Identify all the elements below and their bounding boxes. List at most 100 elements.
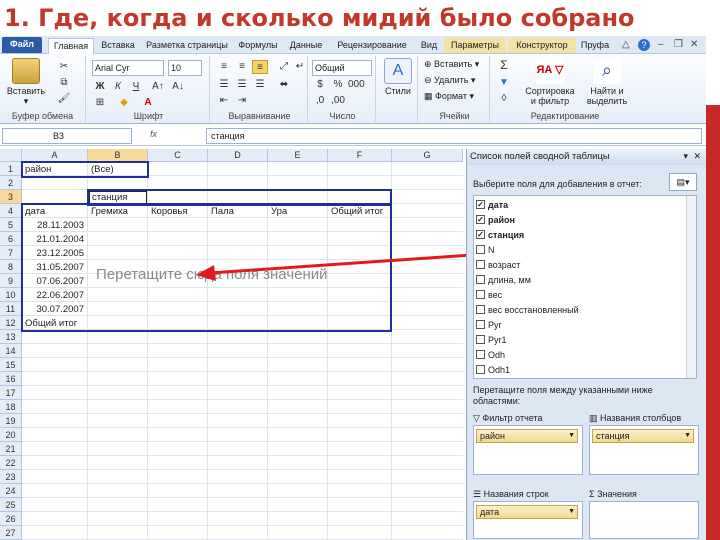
increase-indent-icon[interactable]: ⇥ bbox=[234, 94, 250, 108]
worksheet-grid[interactable]: A B C D E F G 1 2 3 4 5 6 7 8 9 10 11 12 13 14 15 16 17 1… bbox=[0, 149, 463, 540]
select-all-corner[interactable] bbox=[0, 149, 22, 162]
collapse-ribbon-icon[interactable]: △ bbox=[622, 39, 630, 50]
insert-cells-button[interactable]: ⊕ Вставить ▾ bbox=[424, 58, 479, 71]
field-item[interactable]: N bbox=[476, 243, 495, 258]
field-checkbox[interactable] bbox=[476, 290, 485, 300]
field-checkbox[interactable]: ✓ bbox=[476, 230, 485, 240]
tab-view[interactable]: Вид bbox=[416, 38, 442, 53]
row-header-26[interactable]: 26 bbox=[0, 512, 22, 526]
font-color-icon[interactable]: A bbox=[140, 96, 156, 110]
field-checkbox[interactable] bbox=[476, 335, 485, 345]
cut-icon[interactable]: ✂ bbox=[56, 60, 72, 74]
underline-icon[interactable]: Ч bbox=[128, 80, 144, 94]
row-header-3[interactable]: 3 bbox=[0, 190, 22, 204]
field-item[interactable]: ✓ дата bbox=[476, 198, 508, 213]
currency-icon[interactable]: $ bbox=[312, 78, 328, 92]
field-item[interactable]: длина, мм bbox=[476, 273, 531, 288]
sort-filter-button[interactable]: ЯA ▽ Сортировка и фильтр bbox=[524, 58, 576, 106]
row-header-7[interactable]: 7 bbox=[0, 246, 22, 260]
values-drop-area[interactable] bbox=[589, 501, 699, 539]
field-checkbox[interactable] bbox=[476, 305, 485, 315]
column-header-g[interactable]: G bbox=[392, 149, 463, 162]
field-checkbox[interactable] bbox=[476, 275, 485, 285]
field-list[interactable]: ✓ дата ✓ район ✓ станция Nвозраст длина, мм вес в… bbox=[473, 195, 697, 379]
help-icon[interactable]: ? bbox=[638, 39, 650, 51]
styles-button[interactable]: A Стили bbox=[380, 58, 416, 96]
panel-menu-icon[interactable]: ▾ bbox=[683, 151, 688, 162]
increase-decimal-icon[interactable]: ,0 bbox=[312, 94, 328, 108]
column-header-d[interactable]: D bbox=[208, 149, 268, 162]
field-checkbox[interactable]: ✓ bbox=[476, 215, 485, 225]
find-select-button[interactable]: ⌕ Найти и выделить bbox=[582, 58, 632, 106]
field-checkbox[interactable] bbox=[476, 350, 485, 360]
bold-icon[interactable]: Ж bbox=[92, 80, 108, 94]
tab-design[interactable]: Конструктор bbox=[508, 38, 576, 53]
tab-proof[interactable]: Пруфа bbox=[578, 38, 612, 53]
row-header-15[interactable]: 15 bbox=[0, 358, 22, 372]
row-header-8[interactable]: 8 bbox=[0, 260, 22, 274]
row-header-6[interactable]: 6 bbox=[0, 232, 22, 246]
row-header-11[interactable]: 11 bbox=[0, 302, 22, 316]
shrink-font-icon[interactable]: A↓ bbox=[170, 80, 186, 94]
align-middle-icon[interactable]: ≡ bbox=[234, 60, 250, 74]
layout-options-icon[interactable]: ▤▾ bbox=[669, 173, 697, 191]
tab-data[interactable]: Данные bbox=[284, 38, 328, 53]
format-cells-button[interactable]: ▦ Формат ▾ bbox=[424, 90, 474, 103]
number-format-select[interactable]: Общий bbox=[312, 60, 372, 76]
field-item[interactable]: вес bbox=[476, 288, 502, 303]
font-size-select[interactable]: 10 bbox=[168, 60, 202, 76]
row-header-20[interactable]: 20 bbox=[0, 428, 22, 442]
autosum-icon[interactable]: Σ bbox=[496, 58, 512, 72]
tab-formulas[interactable]: Формулы bbox=[234, 38, 282, 53]
field-item[interactable]: ✓ станция bbox=[476, 228, 524, 243]
tab-review[interactable]: Рецензирование bbox=[330, 38, 414, 53]
rows-chip-dropdown-icon[interactable]: ▼ bbox=[568, 506, 575, 518]
tab-file[interactable]: Файл bbox=[2, 37, 42, 53]
rows-drop-area[interactable]: дата ▼ bbox=[473, 501, 583, 539]
row-header-27[interactable]: 27 bbox=[0, 526, 22, 540]
name-box[interactable]: B3 bbox=[2, 128, 132, 144]
filter-chip[interactable]: район ▼ bbox=[476, 429, 578, 443]
delete-cells-button[interactable]: ⊖ Удалить ▾ bbox=[424, 74, 475, 87]
field-item[interactable]: Pyr1 bbox=[476, 333, 507, 348]
field-checkbox[interactable] bbox=[476, 320, 485, 330]
row-header-24[interactable]: 24 bbox=[0, 484, 22, 498]
row-header-21[interactable]: 21 bbox=[0, 442, 22, 456]
row-header-13[interactable]: 13 bbox=[0, 330, 22, 344]
row-header-14[interactable]: 14 bbox=[0, 344, 22, 358]
column-header-c[interactable]: C bbox=[148, 149, 208, 162]
wrap-text-icon[interactable]: ↵ bbox=[292, 60, 308, 74]
panel-close-icon[interactable]: ✕ bbox=[693, 151, 701, 162]
tab-home[interactable]: Главная bbox=[48, 38, 94, 54]
close-icon[interactable]: ✕ bbox=[690, 39, 698, 50]
columns-chip-dropdown-icon[interactable]: ▼ bbox=[684, 430, 691, 442]
fill-color-icon[interactable]: ◆ bbox=[116, 96, 132, 110]
align-center-icon[interactable]: ☰ bbox=[234, 78, 250, 92]
field-item[interactable]: вес восстановленный bbox=[476, 303, 579, 318]
field-item[interactable]: Pyr bbox=[476, 318, 502, 333]
fx-icon[interactable]: fx bbox=[150, 129, 157, 139]
row-header-4[interactable]: 4 bbox=[0, 204, 22, 218]
field-item[interactable]: Odh1 bbox=[476, 363, 510, 378]
decrease-decimal-icon[interactable]: ,00 bbox=[330, 94, 346, 108]
field-checkbox[interactable] bbox=[476, 365, 485, 375]
grow-font-icon[interactable]: A↑ bbox=[150, 80, 166, 94]
row-header-19[interactable]: 19 bbox=[0, 414, 22, 428]
tab-page-layout[interactable]: Разметка страницы bbox=[142, 38, 232, 53]
paste-button[interactable]: Вставить ▾ bbox=[4, 58, 48, 106]
column-header-e[interactable]: E bbox=[268, 149, 328, 162]
tab-insert[interactable]: Вставка bbox=[96, 38, 140, 53]
restore-icon[interactable]: ❐ bbox=[674, 39, 683, 50]
field-checkbox[interactable] bbox=[476, 260, 485, 270]
format-painter-icon[interactable]: 🖌 bbox=[56, 92, 72, 106]
field-checkbox[interactable] bbox=[476, 245, 485, 255]
field-item[interactable]: возраст bbox=[476, 258, 520, 273]
row-header-18[interactable]: 18 bbox=[0, 400, 22, 414]
row-header-16[interactable]: 16 bbox=[0, 372, 22, 386]
borders-icon[interactable]: ⊞ bbox=[92, 96, 108, 110]
font-name-select[interactable]: Arial Cyr bbox=[92, 60, 164, 76]
percent-icon[interactable]: % bbox=[330, 78, 346, 92]
columns-drop-area[interactable]: станция ▼ bbox=[589, 425, 699, 475]
filter-chip-dropdown-icon[interactable]: ▼ bbox=[568, 430, 575, 442]
row-header-10[interactable]: 10 bbox=[0, 288, 22, 302]
